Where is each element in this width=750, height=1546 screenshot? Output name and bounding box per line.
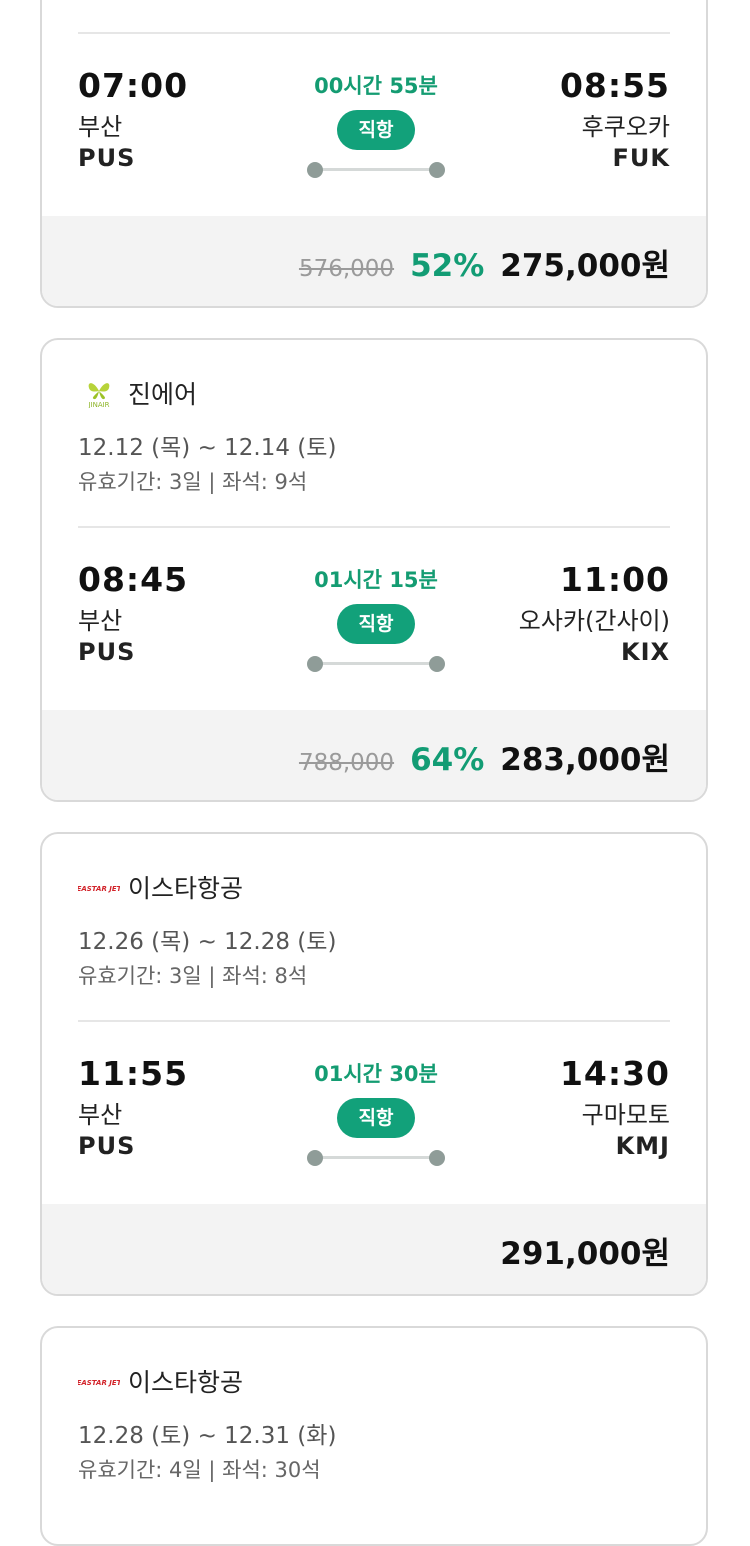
- flight-card-1[interactable]: 07:00 부산 PUS 00시간 55분 직항 08:55 후쿠오카 FUK …: [40, 0, 708, 308]
- arrival: 11:00 오사카(간사이) KIX: [519, 560, 670, 668]
- svg-text:EASTAR JET: EASTAR JET: [78, 885, 120, 893]
- flight-duration: 01시간 15분: [314, 568, 438, 592]
- departure-time: 08:45: [78, 560, 189, 599]
- airline-row: EASTAR JET 이스타항공: [78, 872, 244, 903]
- flight-route: 00시간 55분 직항: [276, 70, 476, 178]
- arrival: 14:30 구마모토 KMJ: [560, 1054, 670, 1162]
- departure-city: 부산: [78, 1101, 123, 1129]
- travel-dates: 12.12 (목) ~ 12.14 (토): [78, 435, 337, 461]
- departure-time: 07:00: [78, 66, 189, 105]
- departure-code: PUS: [78, 1132, 136, 1160]
- route-line-icon: [307, 162, 445, 178]
- departure-city: 부산: [78, 113, 123, 141]
- flight-info: 08:45 부산 PUS 01시간 15분 직항 11:00 오사카(간사이) …: [42, 528, 706, 710]
- card-top-clipped: [42, 0, 706, 32]
- card-header: EASTAR JET 이스타항공 12.26 (목) ~ 12.28 (토) 유…: [42, 834, 706, 1020]
- arrival-time: 11:00: [559, 560, 670, 599]
- final-price: 275,000원: [500, 248, 670, 284]
- final-price: 291,000원: [500, 1236, 670, 1272]
- original-price: 576,000: [298, 256, 395, 282]
- airline-row: EASTAR JET 이스타항공: [78, 1366, 244, 1397]
- departure-code: PUS: [78, 638, 136, 666]
- svg-text:JINAIR: JINAIR: [87, 401, 109, 408]
- eastarjet-logo-icon: EASTAR JET: [78, 872, 120, 902]
- flight-card-2[interactable]: JINAIR 진에어 12.12 (목) ~ 12.14 (토) 유효기간: 3…: [40, 338, 708, 802]
- departure: 08:45 부산 PUS: [78, 560, 188, 668]
- arrival-code: FUK: [612, 144, 670, 172]
- direct-badge: 직항: [336, 110, 416, 150]
- validity-seats: 유효기간: 3일 | 좌석: 9석: [78, 470, 308, 494]
- direct-badge: 직항: [336, 1098, 416, 1138]
- original-price: 788,000: [298, 750, 395, 776]
- arrival-code: KMJ: [615, 1132, 670, 1160]
- arrival-city: 오사카(간사이): [518, 607, 670, 635]
- arrival-time: 14:30: [559, 1054, 670, 1093]
- price-row: 576,000 52% 275,000원: [42, 216, 706, 306]
- final-price: 283,000원: [500, 742, 670, 778]
- arrival-code: KIX: [620, 638, 670, 666]
- eastarjet-logo-icon: EASTAR JET: [78, 1366, 120, 1396]
- departure-city: 부산: [78, 607, 123, 635]
- departure-time: 11:55: [78, 1054, 189, 1093]
- validity-seats: 유효기간: 3일 | 좌석: 8석: [78, 964, 308, 988]
- flight-route: 01시간 30분 직항: [276, 1058, 476, 1166]
- flight-duration: 01시간 30분: [314, 1062, 438, 1086]
- airline-name: 진에어: [128, 380, 198, 409]
- jinair-logo-icon: JINAIR: [78, 378, 120, 408]
- travel-dates: 12.26 (목) ~ 12.28 (토): [78, 929, 337, 955]
- arrival-time: 08:55: [559, 66, 670, 105]
- validity-seats: 유효기간: 4일 | 좌석: 30석: [78, 1458, 321, 1482]
- discount-rate: 64%: [410, 742, 485, 778]
- travel-dates: 12.28 (토) ~ 12.31 (화): [78, 1423, 337, 1449]
- departure: 11:55 부산 PUS: [78, 1054, 188, 1162]
- flight-route: 01시간 15분 직항: [276, 564, 476, 672]
- arrival-city: 후쿠오카: [581, 113, 670, 141]
- card-header: EASTAR JET 이스타항공 12.28 (토) ~ 12.31 (화) 유…: [42, 1328, 706, 1514]
- direct-badge: 직항: [336, 604, 416, 644]
- airline-name: 이스타항공: [128, 1368, 244, 1397]
- airline-name: 이스타항공: [128, 874, 244, 903]
- card-header: JINAIR 진에어 12.12 (목) ~ 12.14 (토) 유효기간: 3…: [42, 340, 706, 526]
- departure-code: PUS: [78, 144, 136, 172]
- discount-rate: 52%: [410, 248, 485, 284]
- route-line-icon: [307, 1150, 445, 1166]
- price-row: 788,000 64% 283,000원: [42, 710, 706, 800]
- flight-card-4[interactable]: EASTAR JET 이스타항공 12.28 (토) ~ 12.31 (화) 유…: [40, 1326, 708, 1546]
- arrival: 08:55 후쿠오카 FUK: [560, 66, 670, 174]
- price-row: 291,000원: [42, 1204, 706, 1294]
- departure: 07:00 부산 PUS: [78, 66, 188, 174]
- route-line-icon: [307, 656, 445, 672]
- flight-info: 07:00 부산 PUS 00시간 55분 직항 08:55 후쿠오카 FUK: [42, 34, 706, 216]
- flight-duration: 00시간 55분: [314, 74, 438, 98]
- svg-text:EASTAR JET: EASTAR JET: [78, 1379, 120, 1387]
- arrival-city: 구마모토: [581, 1101, 670, 1129]
- flight-card-3[interactable]: EASTAR JET 이스타항공 12.26 (목) ~ 12.28 (토) 유…: [40, 832, 708, 1296]
- flight-info: 11:55 부산 PUS 01시간 30분 직항 14:30 구마모토 KMJ: [42, 1022, 706, 1204]
- airline-row: JINAIR 진에어: [78, 378, 198, 409]
